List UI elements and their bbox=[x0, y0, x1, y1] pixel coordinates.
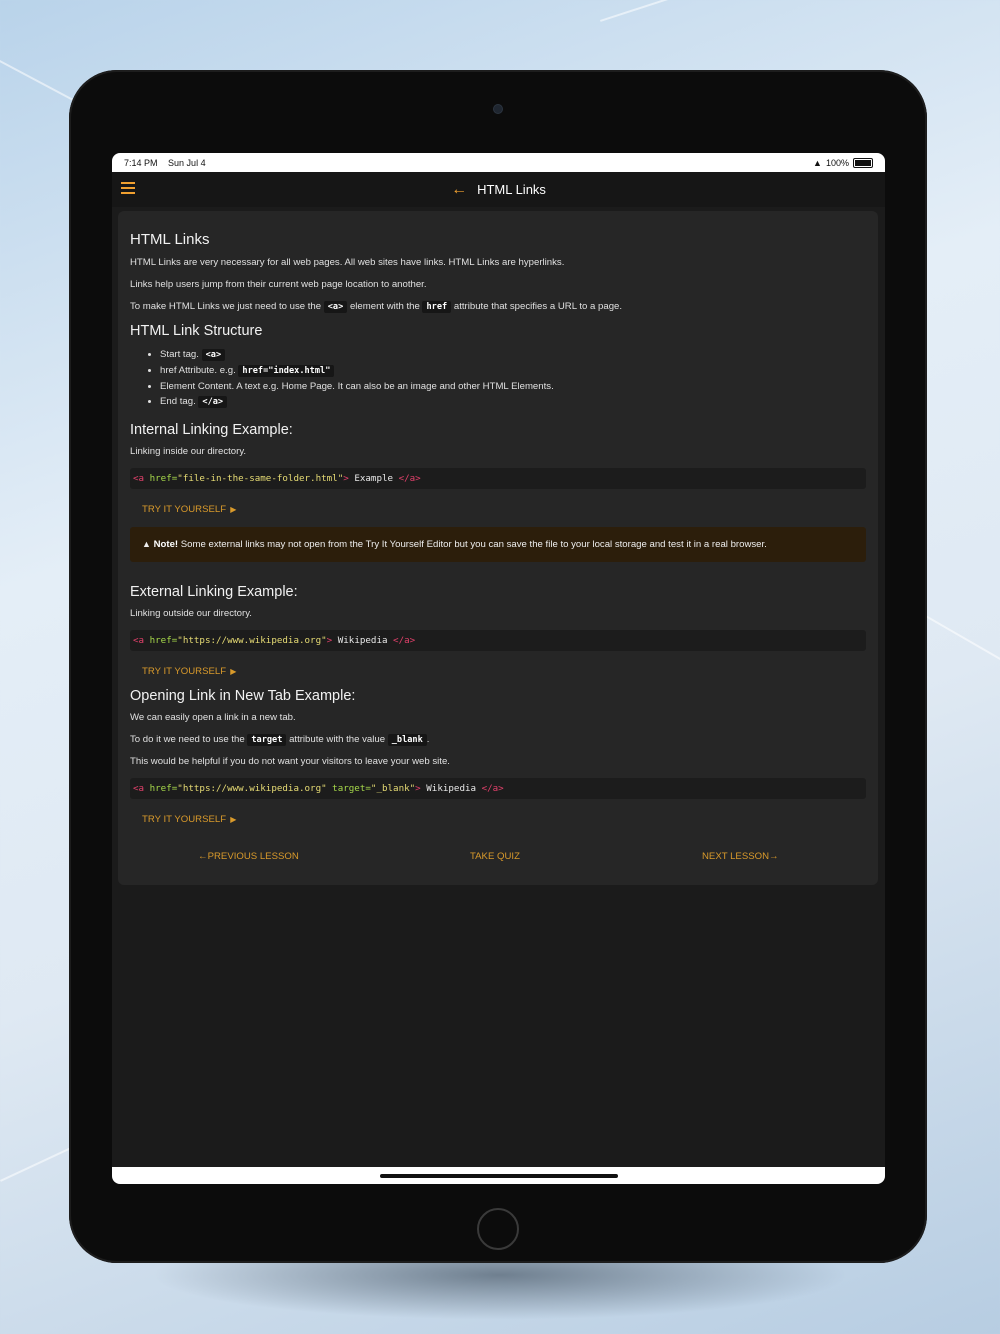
home-button[interactable] bbox=[477, 1208, 519, 1250]
external-description: Linking outside our directory. bbox=[130, 608, 252, 619]
intro-paragraph-2: Links help users jump from their current… bbox=[130, 279, 427, 290]
home-indicator-bar bbox=[112, 1167, 885, 1184]
app-screen: 7:14 PM Sun Jul 4 ▲ 100% ← HTML Links HT… bbox=[112, 153, 885, 1184]
internal-heading: Internal Linking Example: bbox=[130, 422, 293, 438]
top-nav-bar: ← HTML Links bbox=[112, 172, 885, 207]
newtab-paragraph-2: To do it we need to use the target attri… bbox=[130, 734, 430, 746]
hamburger-menu-icon[interactable] bbox=[121, 182, 135, 194]
intro-paragraph-3: To make HTML Links we just need to use t… bbox=[130, 301, 623, 313]
structure-heading: HTML Link Structure bbox=[130, 323, 263, 339]
wifi-icon: ▲ bbox=[813, 157, 822, 168]
status-bar: 7:14 PM Sun Jul 4 ▲ 100% bbox=[112, 153, 885, 172]
take-quiz-link[interactable]: TAKE QUIZ bbox=[470, 851, 520, 862]
try-it-yourself-button[interactable]: TRY IT YOURSELF ▶ bbox=[142, 814, 236, 825]
camera-icon bbox=[494, 105, 502, 113]
next-lesson-link[interactable]: NEXT LESSON→ bbox=[702, 851, 779, 862]
intro-paragraph-1: HTML Links are very necessary for all we… bbox=[130, 257, 565, 268]
page-title: HTML Links bbox=[477, 182, 546, 197]
play-triangle-icon: ▶ bbox=[228, 667, 237, 676]
try-it-yourself-button[interactable]: TRY IT YOURSELF ▶ bbox=[142, 504, 236, 515]
warning-icon: ▲ bbox=[142, 539, 151, 549]
internal-description: Linking inside our directory. bbox=[130, 446, 247, 457]
inline-code: <a> bbox=[323, 301, 348, 313]
battery-percent: 100% bbox=[825, 157, 849, 168]
try-it-yourself-button[interactable]: TRY IT YOURSELF ▶ bbox=[142, 666, 236, 677]
list-item: href Attribute. e.g. href="index.html" bbox=[160, 363, 866, 379]
newtab-paragraph-3: This would be helpful if you do not want… bbox=[130, 756, 450, 767]
list-item: Start tag. <a> bbox=[160, 347, 866, 363]
play-triangle-icon: ▶ bbox=[228, 505, 237, 514]
code-block-external: <a href="https://www.wikipedia.org"> Wik… bbox=[130, 630, 866, 651]
code-block-internal: <a href="file-in-the-same-folder.html"> … bbox=[130, 468, 866, 489]
note-box: ▲ Note! Some external links may not open… bbox=[130, 527, 866, 562]
list-item: Element Content. A text e.g. Home Page. … bbox=[160, 379, 866, 394]
play-triangle-icon: ▶ bbox=[228, 815, 237, 824]
code-block-newtab: <a href="https://www.wikipedia.org" targ… bbox=[130, 778, 866, 799]
lesson-card: HTML Links HTML Links are very necessary… bbox=[118, 211, 878, 885]
status-time: 7:14 PM bbox=[124, 157, 158, 168]
battery-icon bbox=[853, 157, 873, 168]
lesson-heading: HTML Links bbox=[130, 231, 210, 248]
back-arrow-icon[interactable]: ← bbox=[451, 181, 467, 199]
external-heading: External Linking Example: bbox=[130, 584, 298, 600]
newtab-paragraph-1: We can easily open a link in a new tab. bbox=[130, 712, 296, 723]
previous-lesson-link[interactable]: ←PREVIOUS LESSON bbox=[198, 851, 299, 862]
inline-code: href bbox=[422, 301, 452, 313]
list-item: End tag. </a> bbox=[160, 394, 866, 410]
status-date: Sun Jul 4 bbox=[168, 157, 206, 168]
newtab-heading: Opening Link in New Tab Example: bbox=[130, 688, 356, 704]
inline-code: _blank bbox=[387, 734, 427, 746]
structure-list: Start tag. <a> href Attribute. e.g. href… bbox=[130, 347, 866, 410]
inline-code: target bbox=[247, 734, 287, 746]
